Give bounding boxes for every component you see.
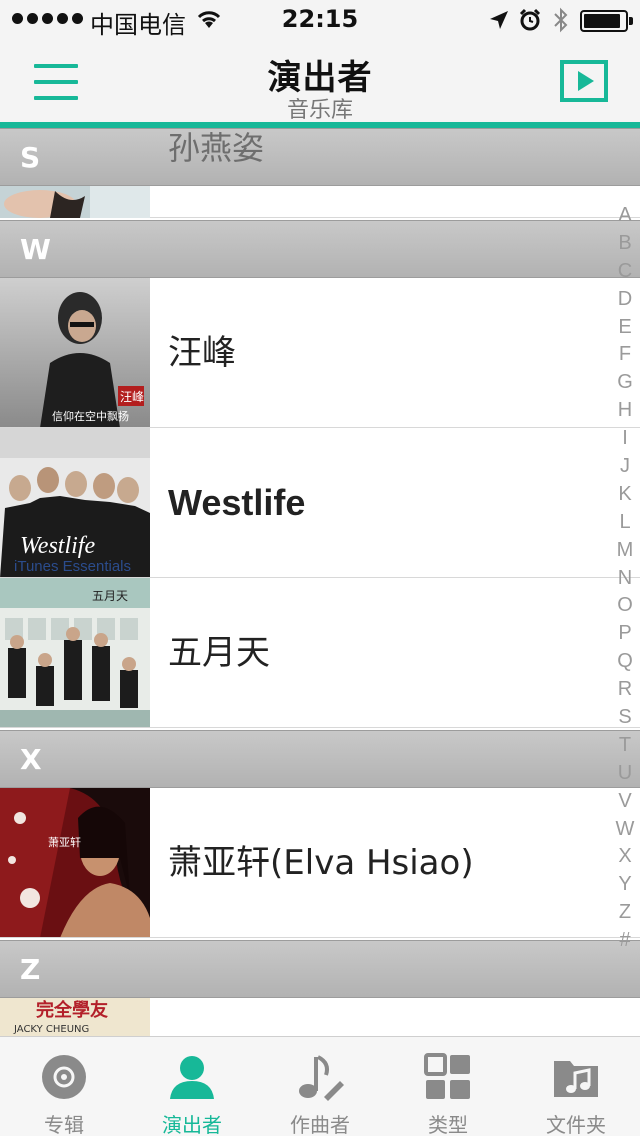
index-letter[interactable]: G [612,371,638,399]
album-art [0,186,150,218]
album-text: 萧亚轩 [48,835,81,849]
tab-label: 类型 [428,1113,468,1136]
composer-note-icon [299,1055,344,1101]
tab-albums[interactable]: 专辑 [0,1037,128,1136]
battery-icon [580,10,633,32]
index-letter[interactable]: # [612,929,638,957]
index-letter[interactable]: Q [612,650,638,678]
index-letter[interactable]: R [612,678,638,706]
album-disc-icon [42,1055,86,1099]
list-item-artist[interactable]: 萧亚轩 萧亚轩(Elva Hsiao) [0,788,640,938]
tab-label: 文件夹 [546,1113,606,1136]
index-letter[interactable]: V [612,790,638,818]
album-text: 信仰在空中飘扬 [52,409,129,423]
tab-genres[interactable]: 类型 [384,1037,512,1136]
artist-name: 五月天 [168,633,270,673]
artist-person-icon [170,1056,214,1099]
artist-name: 汪峰 [168,333,236,373]
index-letter[interactable]: W [612,818,638,846]
tab-bar: 专辑 演出者 作曲者 类型 文件夹 [0,1036,640,1136]
artist-list[interactable]: S 孙燕姿 W 汪峰 信仰在空中飘扬 汪峰 Westlife iTunes Es… [0,128,640,1036]
status-bar: 中国电信 22:15 [0,0,640,40]
artist-name: 孙燕姿 [168,129,265,167]
index-letter[interactable]: H [612,399,638,427]
album-text: iTunes Essentials [14,558,131,575]
index-letter[interactable]: Y [612,873,638,901]
index-letter[interactable]: L [612,511,638,539]
section-letter: S [20,141,41,174]
index-letter[interactable]: J [612,455,638,483]
index-letter[interactable]: K [612,483,638,511]
index-letter[interactable]: B [612,232,638,260]
album-text: 完全學友 [36,999,108,1021]
index-letter[interactable]: U [612,762,638,790]
section-letter: W [20,233,51,266]
clock-time: 22:15 [281,5,359,33]
list-item-artist[interactable]: 完全學友 JACKY CHEUNG [0,998,640,1036]
index-letter[interactable]: N [612,567,638,595]
index-letter[interactable]: O [612,594,638,622]
artist-name: 萧亚轩(Elva Hsiao) [168,843,474,883]
section-header: Z [0,940,640,998]
list-item-artist[interactable]: 五月天 五月天 [0,578,640,728]
index-letter[interactable]: T [612,734,638,762]
genre-grid-icon [424,1053,470,1099]
location-arrow-icon [490,11,508,29]
index-letter[interactable]: C [612,260,638,288]
album-art: 完全學友 JACKY CHEUNG [0,998,150,1036]
section-header: S 孙燕姿 [0,128,640,186]
alphabet-index[interactable]: A B C D E F G H I J K L M N O P Q R S T U V W X Y Z # [612,204,638,957]
section-letter: Z [20,953,41,986]
now-playing-icon[interactable] [560,60,608,102]
list-item-artist[interactable]: 汪峰 信仰在空中飘扬 汪峰 [0,278,640,428]
album-art: 汪峰 信仰在空中飘扬 [0,278,150,427]
index-letter[interactable]: D [612,288,638,316]
list-item-artist[interactable]: Westlife iTunes Essentials Westlife [0,428,640,578]
index-letter[interactable]: E [612,316,638,344]
album-text: Westlife [20,533,95,559]
tab-composers[interactable]: 作曲者 [256,1037,384,1136]
album-text: JACKY CHEUNG [13,1024,89,1035]
bluetooth-icon [554,7,568,33]
index-letter[interactable]: P [612,622,638,650]
section-letter: X [20,743,42,776]
section-header: W [0,220,640,278]
section-header: X [0,730,640,788]
navigation-bar: 演出者 音乐库 [0,40,640,123]
tab-label: 作曲者 [290,1113,350,1136]
tab-label: 专辑 [44,1113,84,1136]
album-art: Westlife iTunes Essentials [0,428,150,577]
artist-name: Westlife [168,482,306,523]
index-letter[interactable]: Z [612,901,638,929]
index-letter[interactable]: F [612,343,638,371]
folder-music-icon [554,1061,598,1097]
index-letter[interactable]: A [612,204,638,232]
tab-folders[interactable]: 文件夹 [512,1037,640,1136]
album-text: 汪峰 [120,390,144,404]
index-letter[interactable]: M [612,539,638,567]
index-letter[interactable]: X [612,845,638,873]
index-letter[interactable]: S [612,706,638,734]
album-text: 五月天 [92,589,128,603]
index-letter[interactable]: I [612,427,638,455]
alarm-clock-icon [519,8,541,31]
page-subtitle: 音乐库 [286,98,353,123]
tab-label: 演出者 [162,1113,222,1136]
album-art: 五月天 [0,578,150,727]
tab-artists[interactable]: 演出者 [128,1037,256,1136]
album-art: 萧亚轩 [0,788,150,937]
